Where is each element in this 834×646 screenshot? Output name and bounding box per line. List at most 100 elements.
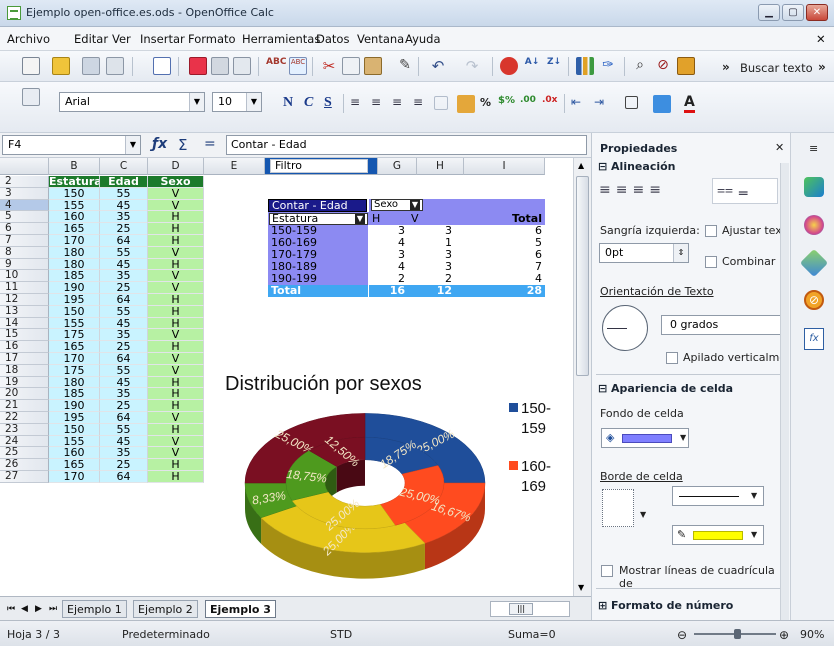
- table-cell[interactable]: 25: [100, 400, 148, 412]
- name-box[interactable]: F4 ▼: [2, 135, 141, 155]
- find-text-label[interactable]: Buscar texto: [740, 61, 813, 75]
- increase-indent-icon[interactable]: ⇥: [594, 95, 612, 113]
- find-replace-icon[interactable]: ⌕: [631, 57, 649, 75]
- table-cell[interactable]: H: [148, 258, 204, 271]
- table-cell[interactable]: 35: [100, 329, 148, 342]
- paste-icon[interactable]: [364, 57, 382, 75]
- table-cell[interactable]: H: [148, 400, 204, 412]
- table-cell[interactable]: 155: [49, 435, 100, 448]
- border-color-picker[interactable]: ✎ ▼: [672, 525, 764, 545]
- table-cell[interactable]: 64: [100, 353, 148, 365]
- print-icon[interactable]: [211, 57, 229, 75]
- table-cell[interactable]: V: [148, 199, 204, 212]
- scroll-thumb[interactable]: [576, 176, 589, 376]
- table-cell[interactable]: 190: [49, 282, 100, 294]
- vertical-align-buttons[interactable]: ⩵ ═: [712, 178, 778, 204]
- menu-herramientas[interactable]: Herramientas: [242, 32, 320, 46]
- new-document-icon[interactable]: [22, 57, 40, 75]
- function-wizard-icon[interactable]: ƒx: [152, 136, 167, 152]
- currency-icon[interactable]: [457, 95, 475, 113]
- prev-sheet-icon[interactable]: ◀: [17, 600, 32, 618]
- close-document-icon[interactable]: ✕: [816, 32, 826, 46]
- redo-icon[interactable]: ↷: [463, 57, 481, 75]
- row-header-23[interactable]: 23: [0, 423, 49, 436]
- menu-ver[interactable]: Ver: [112, 32, 131, 46]
- table-cell[interactable]: 185: [49, 270, 100, 283]
- table-cell[interactable]: 55: [100, 423, 148, 436]
- table-header-cell[interactable]: Estatura: [49, 176, 100, 188]
- pivot-filter-button[interactable]: Filtro: [270, 159, 368, 173]
- print-preview-icon[interactable]: [233, 57, 251, 75]
- pivot-total-row[interactable]: 28: [455, 285, 545, 297]
- row-header-8[interactable]: 8: [0, 246, 49, 259]
- table-cell[interactable]: 55: [100, 187, 148, 200]
- undo-icon[interactable]: ↶: [429, 57, 447, 75]
- autospellcheck-icon[interactable]: ABC: [289, 57, 307, 75]
- row-header-18[interactable]: 18: [0, 364, 49, 377]
- save-icon[interactable]: [82, 57, 100, 75]
- vertical-scrollbar[interactable]: ▲ ▼: [573, 158, 591, 596]
- table-cell[interactable]: H: [148, 294, 204, 306]
- column-header-c[interactable]: C: [100, 158, 148, 175]
- zoom-level[interactable]: 90%: [800, 628, 824, 641]
- table-cell[interactable]: 45: [100, 317, 148, 330]
- table-cell[interactable]: V: [148, 246, 204, 259]
- chevron-down-icon[interactable]: ▼: [640, 510, 646, 519]
- appearance-section-header[interactable]: ⊟ Apariencia de celda: [598, 382, 733, 395]
- pivot-row[interactable]: 7: [455, 261, 545, 273]
- column-header-e[interactable]: E: [204, 158, 265, 175]
- table-cell[interactable]: 25: [100, 282, 148, 294]
- table-cell[interactable]: 195: [49, 294, 100, 306]
- row-header-13[interactable]: 13: [0, 305, 49, 318]
- minimize-button[interactable]: ▁: [758, 4, 780, 21]
- table-cell[interactable]: H: [148, 388, 204, 401]
- wrap-text-checkbox[interactable]: [705, 225, 717, 237]
- bold-button[interactable]: N: [283, 95, 293, 111]
- table-cell[interactable]: H: [148, 459, 204, 471]
- justify-icon[interactable]: ≡: [413, 95, 431, 113]
- table-cell[interactable]: H: [148, 305, 204, 318]
- pivot-column-field-button[interactable]: Sexo ▼: [371, 199, 423, 211]
- merge-cells-icon[interactable]: [434, 96, 448, 110]
- table-cell[interactable]: H: [148, 211, 204, 224]
- clone-format-icon[interactable]: ✎: [396, 57, 414, 75]
- functions-tab-icon[interactable]: fx: [804, 328, 824, 350]
- table-cell[interactable]: 64: [100, 471, 148, 483]
- table-header-cell[interactable]: Edad: [100, 176, 148, 188]
- table-cell[interactable]: 55: [100, 246, 148, 259]
- table-cell[interactable]: 45: [100, 435, 148, 448]
- close-button[interactable]: ✕: [806, 4, 828, 21]
- column-header-d[interactable]: D: [148, 158, 204, 175]
- sidebar-scrollbar[interactable]: [780, 163, 789, 620]
- table-cell[interactable]: 155: [49, 317, 100, 330]
- templates-icon[interactable]: [52, 57, 70, 75]
- font-size-select[interactable]: 10 ▼: [212, 92, 262, 112]
- table-cell[interactable]: 165: [49, 341, 100, 353]
- table-cell[interactable]: 150: [49, 305, 100, 318]
- pivot-data-field[interactable]: Contar - Edad: [268, 199, 367, 212]
- column-header-b[interactable]: B: [49, 158, 100, 175]
- table-cell[interactable]: H: [148, 223, 204, 235]
- table-cell[interactable]: 170: [49, 235, 100, 247]
- table-cell[interactable]: 64: [100, 235, 148, 247]
- table-cell[interactable]: H: [148, 376, 204, 389]
- table-cell[interactable]: H: [148, 317, 204, 330]
- table-cell[interactable]: 175: [49, 329, 100, 342]
- tab-ejemplo-1[interactable]: Ejemplo 1: [62, 600, 127, 618]
- table-cell[interactable]: 165: [49, 223, 100, 235]
- export-pdf-icon[interactable]: [189, 57, 207, 75]
- table-cell[interactable]: 180: [49, 246, 100, 259]
- pivot-row[interactable]: 6: [455, 225, 545, 237]
- table-cell[interactable]: V: [148, 447, 204, 460]
- table-cell[interactable]: 150: [49, 187, 100, 200]
- table-cell[interactable]: 35: [100, 388, 148, 401]
- table-cell[interactable]: 25: [100, 341, 148, 353]
- pivot-total-row[interactable]: 12: [408, 285, 455, 297]
- menu-insertar[interactable]: Insertar: [140, 32, 185, 46]
- scroll-down-icon[interactable]: ▼: [578, 583, 584, 592]
- table-cell[interactable]: V: [148, 187, 204, 200]
- navigator-tab-icon[interactable]: ⊘: [804, 290, 824, 310]
- column-header-h[interactable]: H: [417, 158, 464, 175]
- find-overflow-icon[interactable]: »: [818, 60, 826, 74]
- zoom-slider-handle[interactable]: [734, 629, 741, 639]
